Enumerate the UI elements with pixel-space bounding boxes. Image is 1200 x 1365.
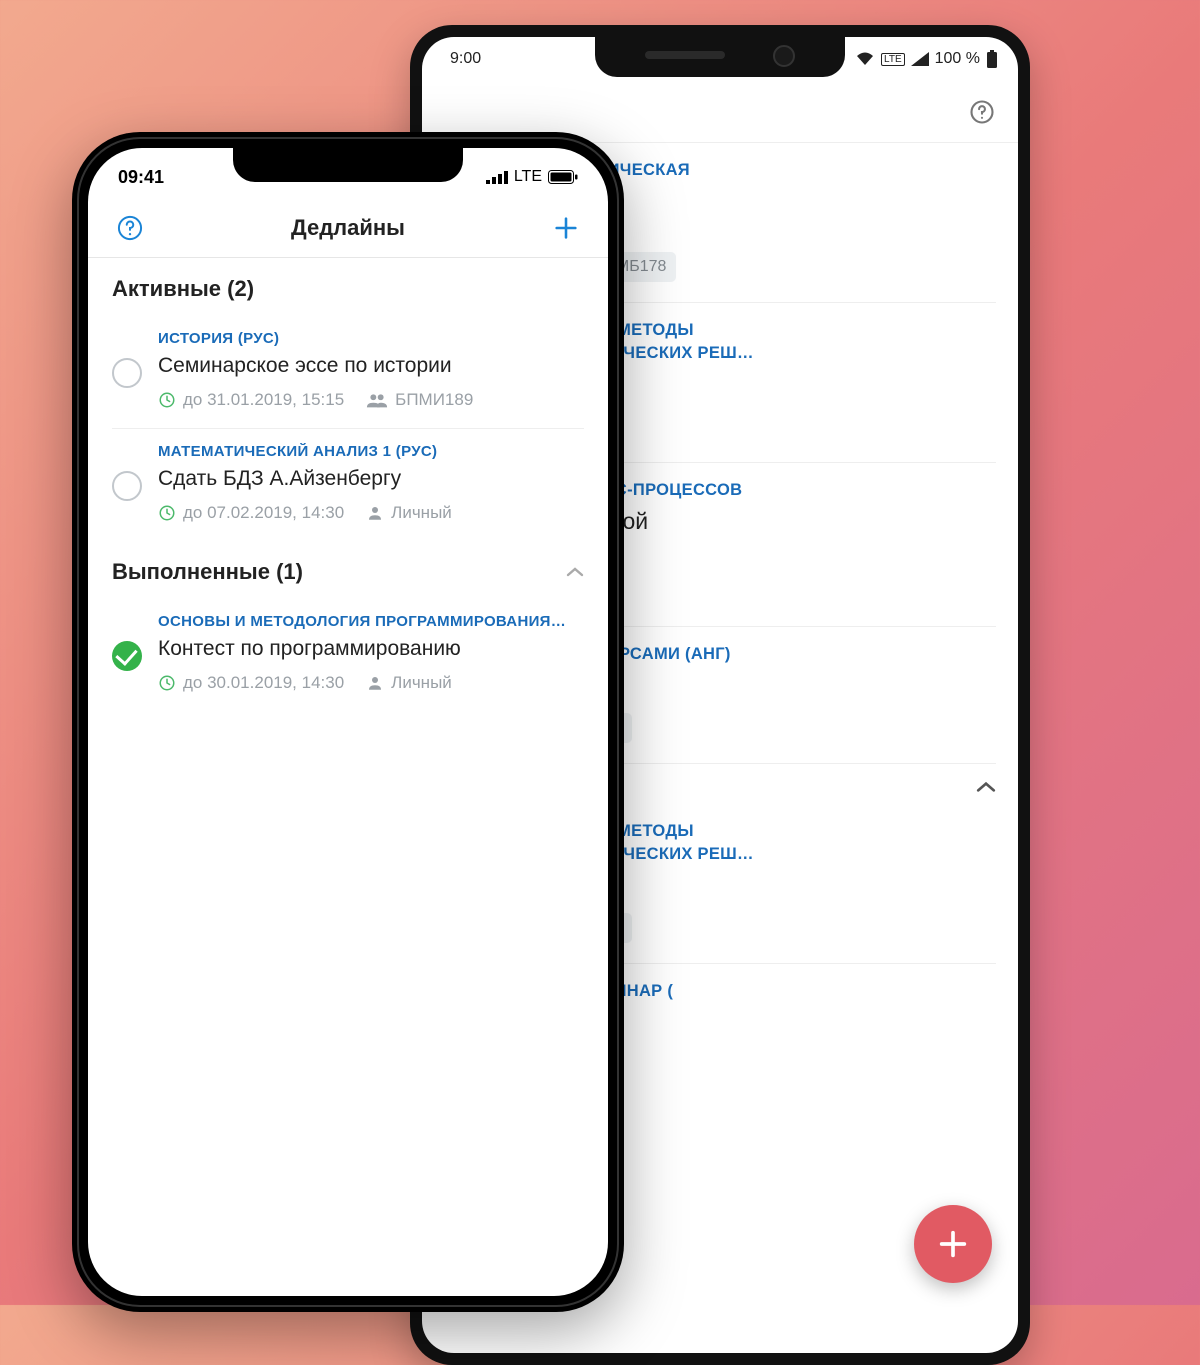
- clock-icon: [158, 674, 176, 692]
- cellular-icon: [486, 171, 508, 184]
- item-group: Личный: [366, 503, 452, 523]
- item-subject: МАТЕМАТИЧЕСКИЙ АНАЛИЗ 1 (РУС): [158, 443, 584, 460]
- add-button[interactable]: [548, 210, 584, 246]
- iphone-frame: 09:41 LTE Дедлайны Активные (2) ИСТОРИЯ …: [72, 132, 624, 1312]
- item-title: Контест по программированию: [158, 637, 584, 661]
- android-notch: [595, 37, 845, 77]
- group-icon: [366, 392, 388, 408]
- battery-icon: [986, 50, 998, 68]
- signal-icon: [911, 52, 929, 66]
- person-icon: [366, 504, 384, 522]
- item-title: Семинарское эссе по истории: [158, 354, 584, 378]
- item-subject: ОСНОВЫ И МЕТОДОЛОГИЯ ПРОГРАММИРОВАНИЯ…: [158, 613, 584, 630]
- item-meta: до 30.01.2019, 14:30 Личный: [158, 673, 584, 693]
- item-body: ИСТОРИЯ (РУС) Семинарское эссе по истории…: [158, 330, 584, 410]
- help-icon[interactable]: [968, 98, 996, 126]
- battery-icon: [548, 170, 578, 184]
- section-title: Выполненные (1): [112, 559, 303, 585]
- checkbox-done-icon[interactable]: [112, 641, 142, 671]
- android-status-right: LTE 100 %: [855, 50, 998, 68]
- section-header-done[interactable]: Выполненные (1): [112, 559, 584, 599]
- clock-icon: [158, 504, 176, 522]
- section-header-active[interactable]: Активные (2): [112, 276, 584, 316]
- item-body: ОСНОВЫ И МЕТОДОЛОГИЯ ПРОГРАММИРОВАНИЯ… Ко…: [158, 613, 584, 693]
- section-active: Активные (2) ИСТОРИЯ (РУС) Семинарское эс…: [88, 258, 608, 541]
- nav-bar: Дедлайны: [88, 198, 608, 258]
- iphone-notch: [233, 148, 463, 182]
- chevron-up-icon: [976, 780, 996, 794]
- item-meta: до 31.01.2019, 15:15 БПМИ189: [158, 390, 584, 410]
- chevron-up-icon: [566, 566, 584, 578]
- plus-icon: [936, 1227, 970, 1261]
- deadline-item[interactable]: ИСТОРИЯ (РУС) Семинарское эссе по истории…: [112, 316, 584, 429]
- item-group: Личный: [366, 673, 452, 693]
- item-subject: ИСТОРИЯ (РУС): [158, 330, 584, 347]
- iphone-screen: 09:41 LTE Дедлайны Активные (2) ИСТОРИЯ …: [88, 148, 608, 1296]
- iphone-net: LTE: [514, 168, 542, 186]
- help-icon: [116, 214, 144, 242]
- deadline-item[interactable]: МАТЕМАТИЧЕСКИЙ АНАЛИЗ 1 (РУС) Сдать БДЗ А…: [112, 429, 584, 541]
- android-battery-text: 100 %: [935, 50, 980, 68]
- item-due: до 07.02.2019, 14:30: [158, 503, 344, 523]
- android-time: 9:00: [450, 50, 481, 68]
- section-title: Активные (2): [112, 276, 254, 302]
- lte-badge: LTE: [881, 53, 905, 66]
- iphone-status-right: LTE: [486, 168, 578, 186]
- checkbox-icon[interactable]: [112, 471, 142, 501]
- checkbox-icon[interactable]: [112, 358, 142, 388]
- deadline-item[interactable]: ОСНОВЫ И МЕТОДОЛОГИЯ ПРОГРАММИРОВАНИЯ… Ко…: [112, 599, 584, 711]
- item-meta: до 07.02.2019, 14:30 Личный: [158, 503, 584, 523]
- iphone-time: 09:41: [118, 167, 164, 188]
- page-title: Дедлайны: [291, 215, 405, 241]
- plus-icon: [552, 214, 580, 242]
- add-fab[interactable]: [914, 1205, 992, 1283]
- item-due: до 31.01.2019, 15:15: [158, 390, 344, 410]
- section-done: Выполненные (1) ОСНОВЫ И МЕТОДОЛОГИЯ ПРО…: [88, 541, 608, 711]
- person-icon: [366, 674, 384, 692]
- item-group: БПМИ189: [366, 390, 473, 410]
- clock-icon: [158, 391, 176, 409]
- item-due: до 30.01.2019, 14:30: [158, 673, 344, 693]
- help-button[interactable]: [112, 210, 148, 246]
- item-body: МАТЕМАТИЧЕСКИЙ АНАЛИЗ 1 (РУС) Сдать БДЗ А…: [158, 443, 584, 523]
- wifi-icon: [855, 51, 875, 67]
- item-title: Сдать БДЗ А.Айзенбергу: [158, 467, 584, 491]
